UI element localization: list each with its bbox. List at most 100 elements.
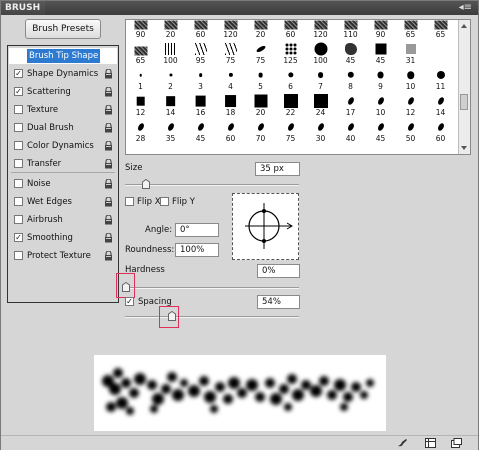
brush-tip-cell[interactable]: 60	[427, 118, 454, 144]
grid-panel-icon[interactable]	[425, 438, 436, 448]
brush-tip-cell[interactable]: 60	[277, 20, 304, 40]
brush-tip-cell[interactable]: 20	[247, 92, 274, 118]
brush-tip-cell[interactable]: 45	[187, 118, 214, 144]
new-preset-icon[interactable]	[451, 438, 462, 448]
panel-menu-icon[interactable]: ◂≡	[459, 2, 472, 14]
brush-tip-cell[interactable]: 100	[157, 40, 184, 66]
brush-grid-scrollbar[interactable]	[458, 20, 470, 154]
brush-tip-cell[interactable]: 100	[307, 40, 334, 66]
brush-tip-cell[interactable]: 75	[247, 40, 274, 66]
brush-tip-cell[interactable]: 45	[337, 40, 364, 66]
sidebar-item[interactable]: ✓ Scattering	[9, 84, 117, 100]
sidebar-item-checkbox[interactable]: ✓	[14, 69, 23, 78]
sidebar-item-checkbox[interactable]	[14, 123, 23, 132]
lock-icon[interactable]	[104, 123, 113, 133]
brush-tip-cell[interactable]: 95	[187, 40, 214, 66]
lock-icon[interactable]	[104, 179, 113, 189]
brush-tip-cell[interactable]: 7	[307, 66, 334, 92]
brush-tip-cell[interactable]: 28	[127, 118, 154, 144]
brush-tip-cell[interactable]: 6	[277, 66, 304, 92]
sidebar-item[interactable]: Texture	[9, 102, 117, 118]
brush-tip-cell[interactable]: 12	[127, 92, 154, 118]
brush-tip-cell[interactable]: 17	[337, 92, 364, 118]
sidebar-item-checkbox[interactable]	[14, 159, 23, 168]
brush-tip-cell[interactable]: 18	[217, 92, 244, 118]
scroll-up-arrow-icon[interactable]	[461, 24, 467, 28]
brush-tip-cell[interactable]: 90	[367, 20, 394, 40]
brush-tip-cell[interactable]: 20	[247, 20, 274, 40]
lock-icon[interactable]	[104, 215, 113, 225]
brush-tip-cell[interactable]: 125	[277, 40, 304, 66]
brush-tip-cell[interactable]: 75	[217, 40, 244, 66]
brush-tip-cell[interactable]: 10	[367, 92, 394, 118]
sidebar-item-checkbox[interactable]	[14, 141, 23, 150]
flip-y-checkbox[interactable]	[160, 197, 169, 206]
brush-tip-cell[interactable]: 22	[277, 92, 304, 118]
brush-tip-cell[interactable]: 11	[427, 66, 454, 92]
brush-tip-cell[interactable]: 5	[247, 66, 274, 92]
sidebar-item[interactable]: Dual Brush	[9, 120, 117, 136]
angle-roundness-widget[interactable]	[232, 193, 299, 260]
brush-tip-cell[interactable]: 30	[307, 118, 334, 144]
lock-icon[interactable]	[104, 141, 113, 151]
brush-tip-cell[interactable]: 8	[337, 66, 364, 92]
sidebar-item-checkbox[interactable]	[14, 251, 23, 260]
flip-x-checkbox[interactable]	[125, 197, 134, 206]
sidebar-item[interactable]: Transfer	[9, 156, 117, 172]
brush-toggle-icon[interactable]	[397, 438, 408, 448]
brush-tip-cell[interactable]: 70	[247, 118, 274, 144]
lock-icon[interactable]	[104, 69, 113, 79]
brush-presets-button[interactable]: Brush Presets	[25, 19, 101, 39]
brush-tip-cell[interactable]: 65	[427, 20, 454, 40]
brush-tip-cell[interactable]: 10	[397, 66, 424, 92]
brush-tip-cell[interactable]: 60	[187, 20, 214, 40]
brush-tip-cell[interactable]: 65	[127, 40, 154, 66]
size-slider-track[interactable]	[125, 184, 299, 186]
brush-tip-cell[interactable]: 60	[217, 118, 244, 144]
sidebar-item[interactable]: Airbrush	[9, 212, 117, 228]
lock-icon[interactable]	[104, 251, 113, 261]
spacing-checkbox[interactable]: ✓	[125, 297, 134, 306]
sidebar-item-checkbox[interactable]: ✓	[14, 233, 23, 242]
lock-icon[interactable]	[104, 159, 113, 169]
brush-tip-cell[interactable]: 20	[157, 20, 184, 40]
hardness-slider-track[interactable]	[125, 287, 299, 289]
lock-icon[interactable]	[104, 105, 113, 115]
spacing-slider-track[interactable]	[125, 316, 299, 318]
sidebar-item[interactable]: Brush Tip Shape	[9, 48, 117, 64]
brush-tip-cell[interactable]: 45	[367, 40, 394, 66]
sidebar-item-checkbox[interactable]	[14, 105, 23, 114]
brush-tip-cell[interactable]: 31	[397, 40, 424, 66]
brush-tip-cell[interactable]: 90	[127, 20, 154, 40]
brush-angle-crosshair-icon[interactable]	[233, 194, 298, 259]
size-field[interactable]: 35 px	[255, 162, 300, 176]
brush-tip-grid[interactable]: 90 20 60 120 20 60 120 110 90 65 65 65 100 95 75 75 125 1…	[125, 19, 471, 155]
brush-tip-cell[interactable]: 40	[337, 118, 364, 144]
sidebar-item-checkbox[interactable]	[14, 179, 23, 188]
size-slider-thumb[interactable]	[141, 179, 150, 189]
lock-icon[interactable]	[104, 197, 113, 207]
sidebar-item-checkbox[interactable]	[14, 197, 23, 206]
brush-tip-cell[interactable]: 24	[307, 92, 334, 118]
brush-tip-cell[interactable]: 65	[397, 20, 424, 40]
brush-tip-cell[interactable]: 45	[367, 118, 394, 144]
sidebar-item[interactable]: Noise	[9, 176, 117, 192]
brush-tip-cell[interactable]: 75	[277, 118, 304, 144]
brush-tip-cell[interactable]: 35	[157, 118, 184, 144]
brush-tip-cell[interactable]: 3	[187, 66, 214, 92]
sidebar-item[interactable]: Protect Texture	[9, 248, 117, 264]
brush-tip-cell[interactable]: 14	[427, 92, 454, 118]
brush-tip-cell[interactable]: 4	[217, 66, 244, 92]
spacing-field[interactable]: 54%	[257, 295, 300, 309]
brush-tip-cell[interactable]: 2	[157, 66, 184, 92]
sidebar-item[interactable]: Color Dynamics	[9, 138, 117, 154]
brush-tip-cell[interactable]: 16	[187, 92, 214, 118]
brush-tip-cell[interactable]: 9	[367, 66, 394, 92]
brush-tip-cell[interactable]: 1	[127, 66, 154, 92]
brush-tip-cell[interactable]: 12	[397, 92, 424, 118]
scroll-down-arrow-icon[interactable]	[461, 146, 467, 150]
lock-icon[interactable]	[104, 233, 113, 243]
sidebar-item[interactable]: ✓ Shape Dynamics	[9, 66, 117, 82]
brush-tip-cell[interactable]: 120	[307, 20, 334, 40]
sidebar-item[interactable]: ✓ Smoothing	[9, 230, 117, 246]
